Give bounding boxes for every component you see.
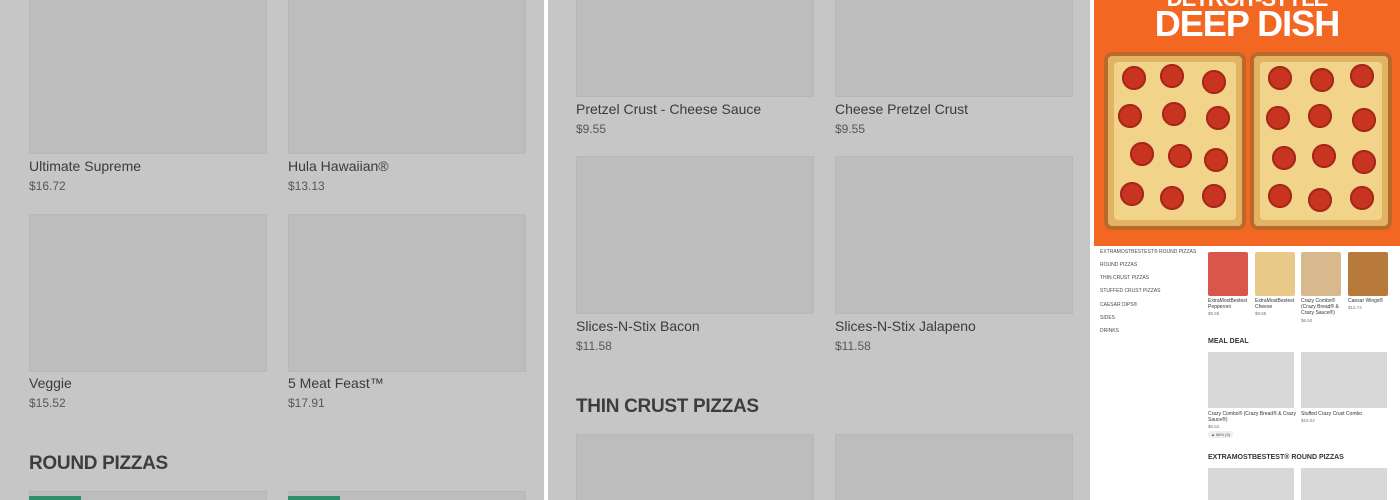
item-price: $15.02 <box>1301 418 1315 423</box>
sidebar-link[interactable]: STUFFED CRUST PIZZAS <box>1100 288 1160 294</box>
item-thumbnail[interactable] <box>1208 352 1294 408</box>
item-name[interactable]: Crazy Combo® (Crazy Bread® & Crazy Sauce… <box>1208 411 1296 423</box>
item-thumbnail[interactable] <box>1208 468 1294 500</box>
item-price: $16.72 <box>29 179 66 193</box>
item-name[interactable]: Cheese Pretzel Crust <box>835 101 968 117</box>
item-thumbnail[interactable] <box>1301 352 1387 408</box>
item-name[interactable]: Slices-N-Stix Bacon <box>576 318 700 334</box>
section-heading: THIN CRUST PIZZAS <box>576 396 759 417</box>
item-thumbnail[interactable] <box>1208 252 1248 296</box>
item-image[interactable] <box>576 434 814 500</box>
item-price: $13.13 <box>288 179 325 193</box>
item-name[interactable]: Hula Hawaiian® <box>288 158 389 174</box>
sidebar-link[interactable]: SIDES <box>1100 315 1115 321</box>
item-image[interactable] <box>288 0 526 154</box>
sidebar-link[interactable]: THIN CRUST PIZZAS <box>1100 275 1149 281</box>
item-name[interactable]: Veggie <box>29 375 72 391</box>
section-heading: EXTRAMOSTBESTEST® ROUND PIZZAS <box>1208 454 1344 461</box>
sidebar-link[interactable]: ROUND PIZZAS <box>1100 262 1137 268</box>
item-image[interactable] <box>835 156 1073 314</box>
item-thumbnail[interactable] <box>1255 252 1295 296</box>
item-name[interactable]: Pretzel Crust - Cheese Sauce <box>576 101 761 117</box>
sidebar-link[interactable]: DRINKS <box>1100 328 1119 334</box>
menu-panel-left: Ultimate Supreme $16.72 Hula Hawaiian® $… <box>0 0 544 500</box>
section-heading: MEAL DEAL <box>1208 338 1249 345</box>
item-image[interactable] <box>576 0 814 97</box>
item-name[interactable]: 5 Meat Feast™ <box>288 375 384 391</box>
badge <box>29 496 81 500</box>
rating-badge: ▲ 86% (9) <box>1208 431 1234 438</box>
item-price: $6.52 <box>1208 424 1220 429</box>
pizza-image <box>1250 52 1392 230</box>
item-name[interactable]: Crazy Combo® (Crazy Bread® & Crazy Sauce… <box>1301 298 1345 316</box>
menu-page-preview: EXTRAMOSTBESTEST® ROUND PIZZAS ROUND PIZ… <box>1094 249 1400 500</box>
item-price: $15.52 <box>29 396 66 410</box>
pizza-image <box>1104 52 1246 230</box>
item-price: $9.55 <box>576 122 607 136</box>
item-price: $12.74 <box>1348 305 1362 310</box>
promo-title-line2: DEEP DISH <box>1154 3 1340 44</box>
item-thumbnail[interactable] <box>1301 468 1387 500</box>
sidebar-link[interactable]: EXTRAMOSTBESTEST® ROUND PIZZAS <box>1100 249 1196 255</box>
item-image[interactable] <box>29 0 267 154</box>
item-name[interactable]: Caesar Wings® <box>1348 298 1392 304</box>
menu-panel-middle: Pretzel Crust - Cheese Sauce $9.55 Chees… <box>548 0 1090 500</box>
item-image[interactable] <box>288 214 526 372</box>
section-heading: ROUND PIZZAS <box>29 453 168 474</box>
item-price: $17.91 <box>288 396 325 410</box>
item-name[interactable]: Stuffed Crazy Crust Combo <box>1301 411 1389 417</box>
item-price: $11.58 <box>835 339 871 353</box>
item-image[interactable] <box>29 214 267 372</box>
item-name[interactable]: Slices-N-Stix Jalapeno <box>835 318 976 334</box>
item-image[interactable] <box>835 0 1073 97</box>
item-name[interactable]: Ultimate Supreme <box>29 158 141 174</box>
item-thumbnail[interactable] <box>1301 252 1341 296</box>
item-price: $6.52 <box>1301 318 1313 323</box>
item-name[interactable]: ExtraMostBestest Pepperoni <box>1208 298 1252 310</box>
promo-banner[interactable]: DETROIT-STYLE DEEP DISH <box>1094 0 1400 246</box>
sidebar-link[interactable]: CAESAR DIPS® <box>1100 302 1137 308</box>
item-price: $9.55 <box>1255 311 1267 316</box>
menu-panel-right: DETROIT-STYLE DEEP DISH EXTRAMOSTBESTEST… <box>1094 0 1400 500</box>
badge <box>288 496 340 500</box>
item-price: $9.55 <box>1208 311 1220 316</box>
item-price: $9.55 <box>835 122 866 136</box>
item-thumbnail[interactable] <box>1348 252 1388 296</box>
item-image[interactable] <box>835 434 1073 500</box>
item-image[interactable] <box>576 156 814 314</box>
item-price: $11.58 <box>576 339 612 353</box>
item-name[interactable]: ExtraMostBestest Cheese <box>1255 298 1299 310</box>
